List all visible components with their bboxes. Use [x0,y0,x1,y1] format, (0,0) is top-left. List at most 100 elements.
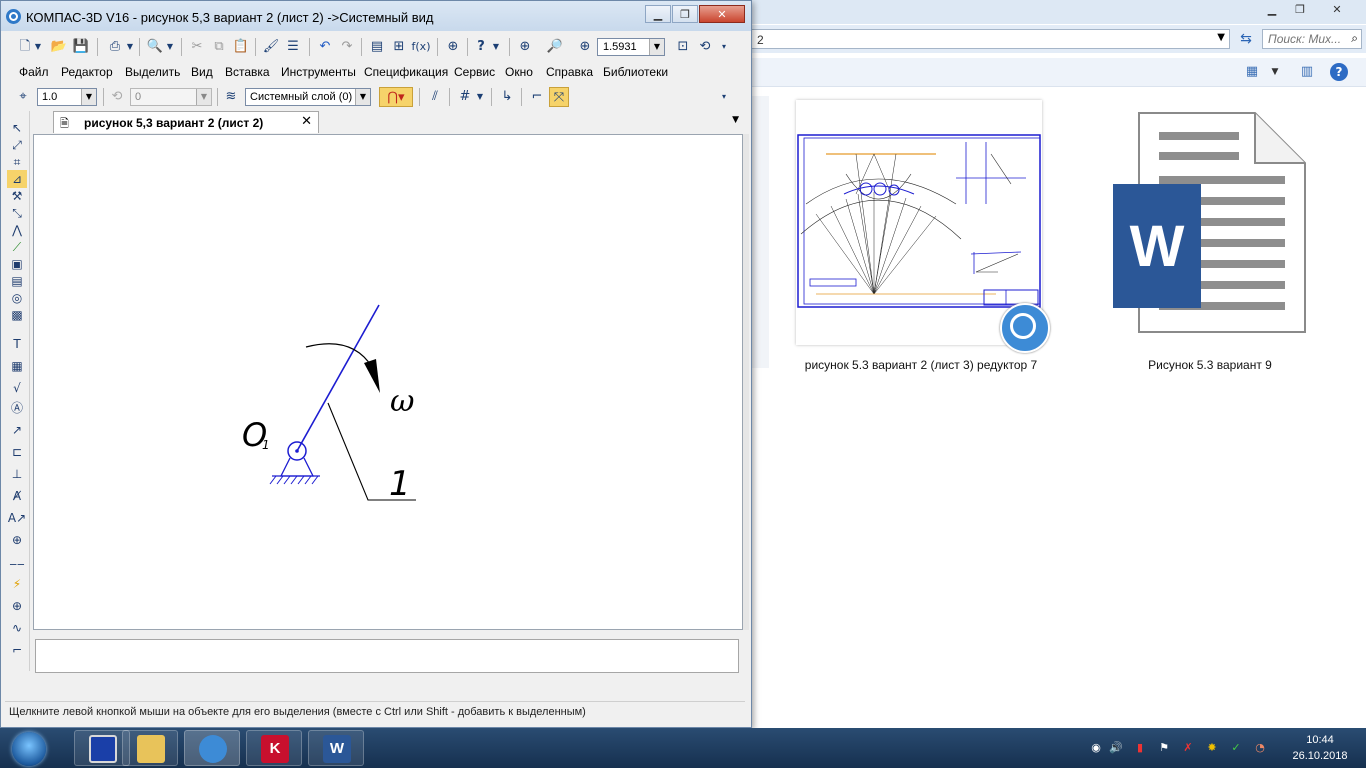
spec-icon[interactable]: ▤ [7,272,27,290]
volume-icon[interactable]: 🔊 [1108,740,1124,756]
calculator-icon[interactable]: ⊕ [443,37,463,57]
zoom-icon[interactable]: ⊕ [575,37,595,57]
lightning-icon[interactable]: ⚡ [7,575,27,593]
explorer-close-button[interactable]: ✕ [1314,0,1360,18]
snap-toggle-icon[interactable]: ⤧ [549,87,569,107]
text-icon[interactable]: T [7,335,27,353]
menu-specification[interactable]: Спецификация [364,65,448,79]
grid-icon[interactable]: # [455,87,475,107]
cut-icon[interactable]: ✂ [187,37,207,57]
new-document-icon[interactable]: 🗋 [15,37,35,57]
taskbar-kaspersky[interactable]: K [246,730,302,766]
save-icon[interactable]: 💾 [71,37,91,57]
layer-dropdown-icon[interactable]: ▼ [355,89,370,105]
variables-icon[interactable]: f(x) [411,37,431,57]
report-icon[interactable]: ◎ [7,289,27,307]
explorer-minimize-button[interactable]: ▁ [1258,0,1286,18]
crosshair-icon[interactable]: ⊕ [7,597,27,615]
manager-icon[interactable]: ▤ [367,37,387,57]
menu-window[interactable]: Окно [505,65,533,79]
toolbar-overflow-icon[interactable]: ▾ [719,87,729,107]
drawing-canvas[interactable]: ω 1 O 1 [33,134,743,630]
print-dropdown-icon[interactable]: ▼ [125,37,135,57]
tray-app-icon[interactable]: ▮ [1132,740,1148,756]
zoom-dropdown-icon[interactable]: ▼ [649,39,664,55]
search-input[interactable] [1268,31,1346,47]
security-flag-icon[interactable]: ✗ [1180,740,1196,756]
menu-insert[interactable]: Вставка [225,65,270,79]
layer-select[interactable]: Системный слой (0) ▼ [245,88,371,106]
canvas-scrollbar[interactable] [743,134,749,630]
menu-help[interactable]: Справка [546,65,593,79]
line-tool-icon[interactable]: ⤢ [7,136,27,154]
angle-dropdown-icon[interactable]: ▼ [196,89,211,105]
tree-icon[interactable]: ⊞ [389,37,409,57]
center-mark-icon[interactable]: ⊕ [7,531,27,549]
taskbar-word[interactable]: W [308,730,364,766]
format-brush-icon[interactable]: 🖌 [261,37,281,57]
measure-icon[interactable]: ⟋ [7,238,27,256]
cursor-step-icon[interactable]: ⌖ [13,87,33,107]
refresh-view-icon[interactable]: ⟲ [695,37,715,57]
angle-select[interactable]: 0 ▼ [130,88,212,106]
zoom-select[interactable]: 1.5931 ▼ [597,38,665,56]
search-box[interactable]: ⌕ [1262,29,1362,49]
zoom-in-icon[interactable]: 🔎 [545,37,565,57]
angle-icon[interactable]: ⟲ [107,87,127,107]
table-icon[interactable]: ▦ [7,357,27,375]
view-options-icon[interactable]: ▦ [1243,63,1261,81]
search-icon[interactable]: ⌕ [1351,31,1358,46]
start-button[interactable] [4,730,54,766]
step-dropdown-icon[interactable]: ▼ [81,89,96,105]
preview-pane-icon[interactable]: ▥ [1298,63,1316,81]
grid-dropdown-icon[interactable]: ▼ [475,87,485,107]
print-preview-icon[interactable]: 🔍 [145,37,165,57]
tolerance-icon[interactable]: ⊏ [7,443,27,461]
show-all-icon[interactable]: ⊡ [673,37,693,57]
select-icon[interactable]: ▣ [7,255,27,273]
sync-icon[interactable]: ◔ [1252,740,1268,756]
parameters-panel[interactable] [35,639,739,673]
menu-libraries[interactable]: Библиотеки [603,65,668,79]
action-center-icon[interactable]: ⚑ [1156,740,1172,756]
snap-magnet-icon[interactable]: ⋂▾ [379,87,413,107]
redo-icon[interactable]: ↷ [337,37,357,57]
paste-icon[interactable]: 📋 [231,37,251,57]
menu-service[interactable]: Сервис [454,65,495,79]
print-icon[interactable]: ⎙ [105,37,125,57]
corner-icon[interactable]: ⌐ [7,641,27,659]
menu-file[interactable]: Файл [19,65,49,79]
cut-line-icon[interactable]: A↗ [7,509,27,527]
parametrize-icon[interactable]: ⋀ [7,221,27,239]
taskbar-kompas[interactable] [184,730,240,766]
help-dropdown-icon[interactable]: ▼ [491,37,501,57]
help-icon[interactable]: ? [1330,63,1348,81]
orthogonal-mode-icon[interactable]: ⌐ [527,87,547,107]
address-dropdown-icon[interactable]: ▼ [1217,32,1225,43]
copy-icon[interactable]: ⧉ [209,37,229,57]
wave-icon[interactable]: ∿ [7,619,27,637]
maximize-button[interactable]: ❐ [672,5,698,23]
network-icon[interactable]: ◉ [1088,740,1104,756]
step-select[interactable]: 1.0 ▼ [37,88,97,106]
help-pointer-icon[interactable]: ? [471,37,491,57]
toolbar-overflow-icon[interactable]: ▾ [719,37,729,57]
menu-select[interactable]: Выделить [125,65,180,79]
menu-tools[interactable]: Инструменты [281,65,356,79]
document-tab[interactable]: 🗎 рисунок 5,3 вариант 2 (лист 2) ✕ [53,111,319,133]
shield-icon[interactable]: ✓ [1228,740,1244,756]
taskbar-explorer[interactable] [122,730,178,766]
layer-icon[interactable]: ≋ [221,87,241,107]
arrow-view-icon[interactable]: ↗ [7,421,27,439]
geometry-icon[interactable]: ↖ [7,119,27,137]
dimensions-icon[interactable]: ⊿ [7,170,27,188]
view-options-chevron-icon[interactable]: ▼ [1266,63,1284,81]
position-icon[interactable]: Ⱥ [7,487,27,505]
tab-list-dropdown-icon[interactable]: ▼ [732,115,739,125]
minimize-button[interactable]: ▁ [645,5,671,23]
new-dropdown-icon[interactable]: ▼ [33,37,43,57]
address-bar[interactable]: 2 ▼ [750,29,1230,49]
base-icon[interactable]: ⊥ [7,465,27,483]
fragment-icon[interactable]: ▩ [7,306,27,324]
menu-editor[interactable]: Редактор [61,65,113,79]
